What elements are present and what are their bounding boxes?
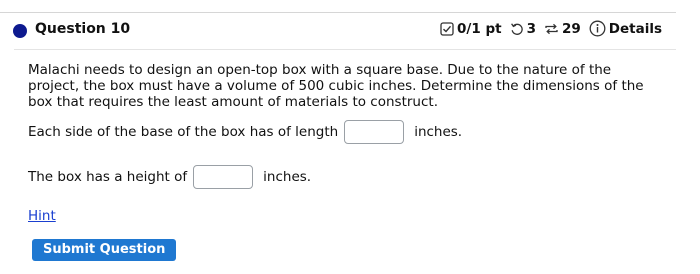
submit-question-button[interactable]: Submit Question [32,239,177,261]
problem-statement: Malachi needs to design an open-top box … [28,62,644,110]
details-link[interactable]: Details [609,21,662,37]
question-title: Question 10 [35,21,131,37]
question-meta: 0/1 pt 3 29 Details [440,20,662,37]
submissions-count: 29 [561,20,581,37]
answer-row-height: The box has a height of inches. [28,165,311,189]
retry-icon [510,22,524,36]
height-input[interactable] [193,165,254,189]
base-length-unit: inches. [414,124,463,140]
submissions-icon [544,22,559,36]
header-divider [14,49,676,50]
question-header: Question 10 0/1 pt 3 29 Details [0,13,676,49]
hint-link[interactable]: Hint [28,208,56,224]
height-prompt: The box has a height of [28,169,188,185]
score-value: 0/1 pt [457,20,502,37]
base-length-prompt: Each side of the base of the box has of … [28,124,339,140]
answer-row-base-length: Each side of the base of the box has of … [28,120,462,144]
question-status-dot [13,24,27,38]
base-length-input[interactable] [344,120,405,144]
checkbox-score-icon [440,21,454,36]
info-icon[interactable] [589,20,606,37]
height-unit: inches. [263,169,312,185]
retries-count: 3 [526,20,536,37]
